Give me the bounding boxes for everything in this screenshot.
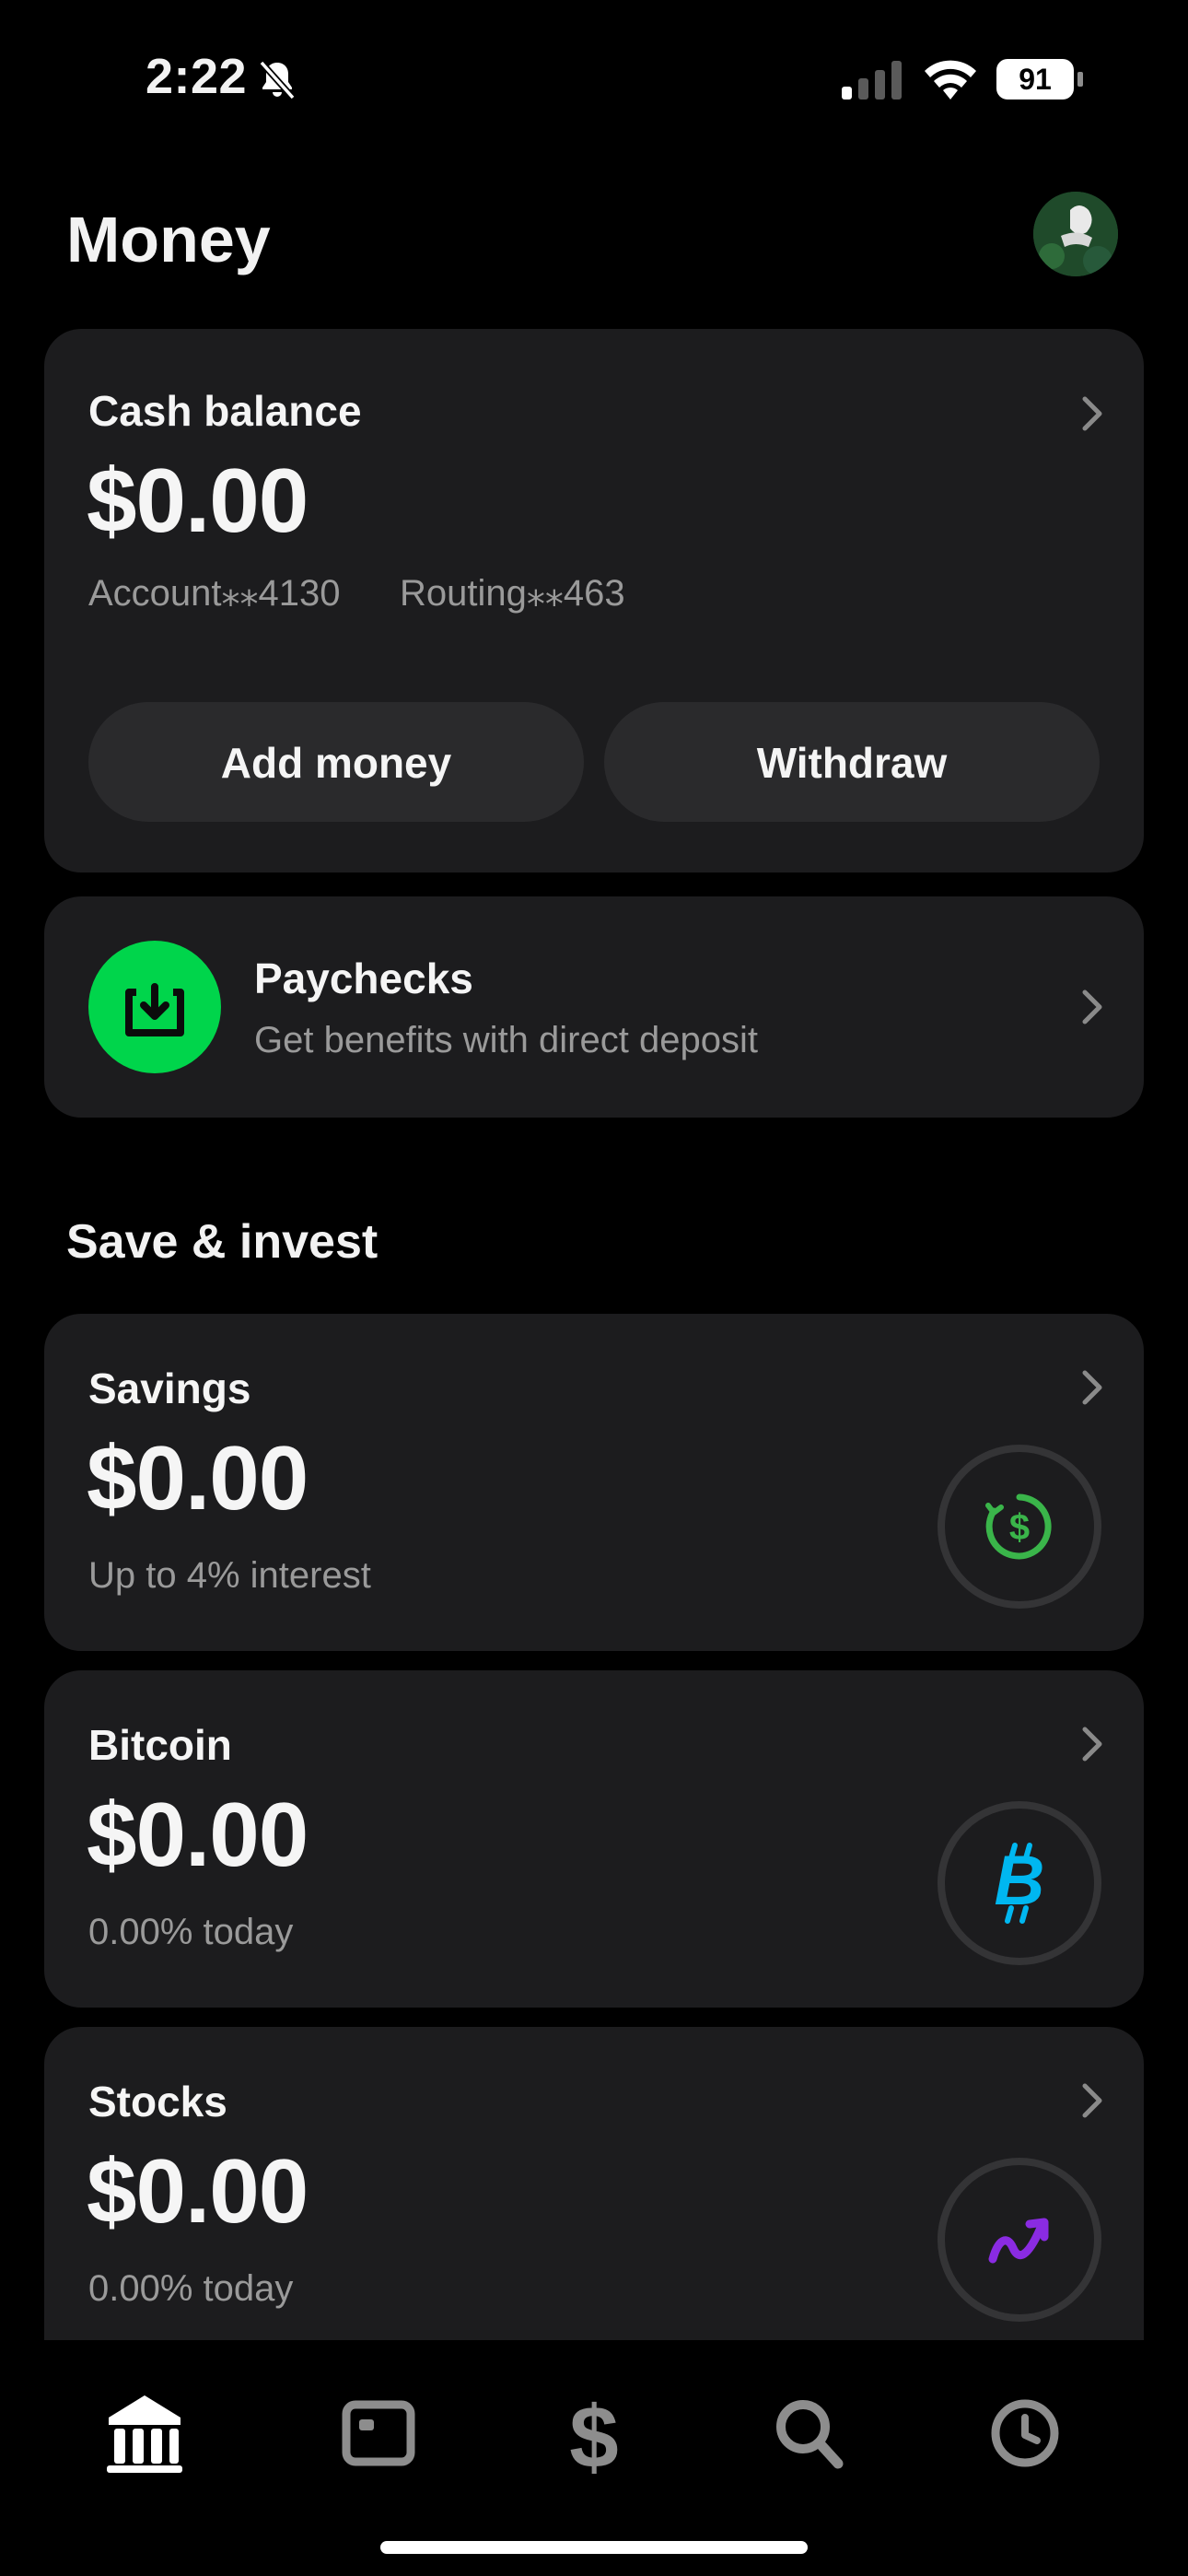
cash-balance-amount: $0.00: [87, 450, 309, 551]
withdraw-button[interactable]: Withdraw: [604, 702, 1100, 822]
savings-subtitle: Up to 4% interest: [88, 1555, 371, 1596]
activity-clock-icon[interactable]: [974, 2383, 1076, 2484]
direct-deposit-icon: [88, 941, 221, 1073]
silent-bell-icon: [259, 60, 296, 100]
chevron-right-icon: [1082, 1370, 1102, 1405]
savings-amount: $0.00: [87, 1427, 309, 1528]
battery-level: 91: [1019, 63, 1052, 96]
chevron-right-icon: [1082, 989, 1102, 1025]
svg-text:B: B: [995, 1842, 1045, 1920]
savings-icon: $: [938, 1445, 1101, 1609]
cash-balance-title: Cash balance: [88, 387, 362, 435]
save-invest-section-label: Save & invest: [66, 1215, 379, 1269]
status-time: 2:22: [146, 49, 248, 104]
bitcoin-icon: B: [938, 1801, 1101, 1965]
search-icon[interactable]: [759, 2383, 860, 2484]
add-money-button[interactable]: Add money: [88, 702, 584, 822]
savings-card[interactable]: Savings $0.00 Up to 4% interest $: [44, 1314, 1144, 1651]
account-number[interactable]: Account⁎⁎4130: [88, 572, 341, 615]
dollar-icon[interactable]: $: [543, 2383, 645, 2484]
stocks-amount: $0.00: [87, 2140, 309, 2242]
wifi-icon: [925, 60, 976, 100]
stocks-icon: [938, 2158, 1101, 2322]
routing-number[interactable]: Routing⁎⁎463: [400, 572, 625, 615]
avatar[interactable]: [1033, 192, 1118, 276]
paychecks-card[interactable]: Paychecks Get benefits with direct depos…: [44, 896, 1144, 1118]
home-icon[interactable]: [94, 2383, 195, 2484]
svg-text:$: $: [1009, 1507, 1030, 1548]
home-indicator: [380, 2541, 808, 2554]
chevron-right-icon: [1082, 2083, 1102, 2118]
paychecks-subtitle: Get benefits with direct deposit: [254, 1020, 758, 1060]
battery-indicator: 91: [996, 59, 1085, 100]
chevron-right-icon: [1082, 396, 1102, 431]
bitcoin-amount: $0.00: [87, 1784, 309, 1885]
stocks-title: Stocks: [88, 2078, 227, 2125]
cellular-signal-icon: [842, 61, 902, 100]
bitcoin-title: Bitcoin: [88, 1721, 232, 1769]
svg-text:$: $: [569, 2388, 618, 2484]
paychecks-title: Paychecks: [254, 954, 473, 1002]
chevron-right-icon: [1082, 1727, 1102, 1762]
cash-balance-card[interactable]: Cash balance $0.00 Account⁎⁎4130 Routing…: [44, 329, 1144, 872]
bitcoin-subtitle: 0.00% today: [88, 1912, 294, 1952]
card-icon[interactable]: [328, 2383, 429, 2484]
page-title: Money: [66, 204, 271, 275]
savings-title: Savings: [88, 1364, 251, 1412]
stocks-subtitle: 0.00% today: [88, 2268, 294, 2309]
bitcoin-card[interactable]: Bitcoin $0.00 0.00% today B: [44, 1670, 1144, 2008]
